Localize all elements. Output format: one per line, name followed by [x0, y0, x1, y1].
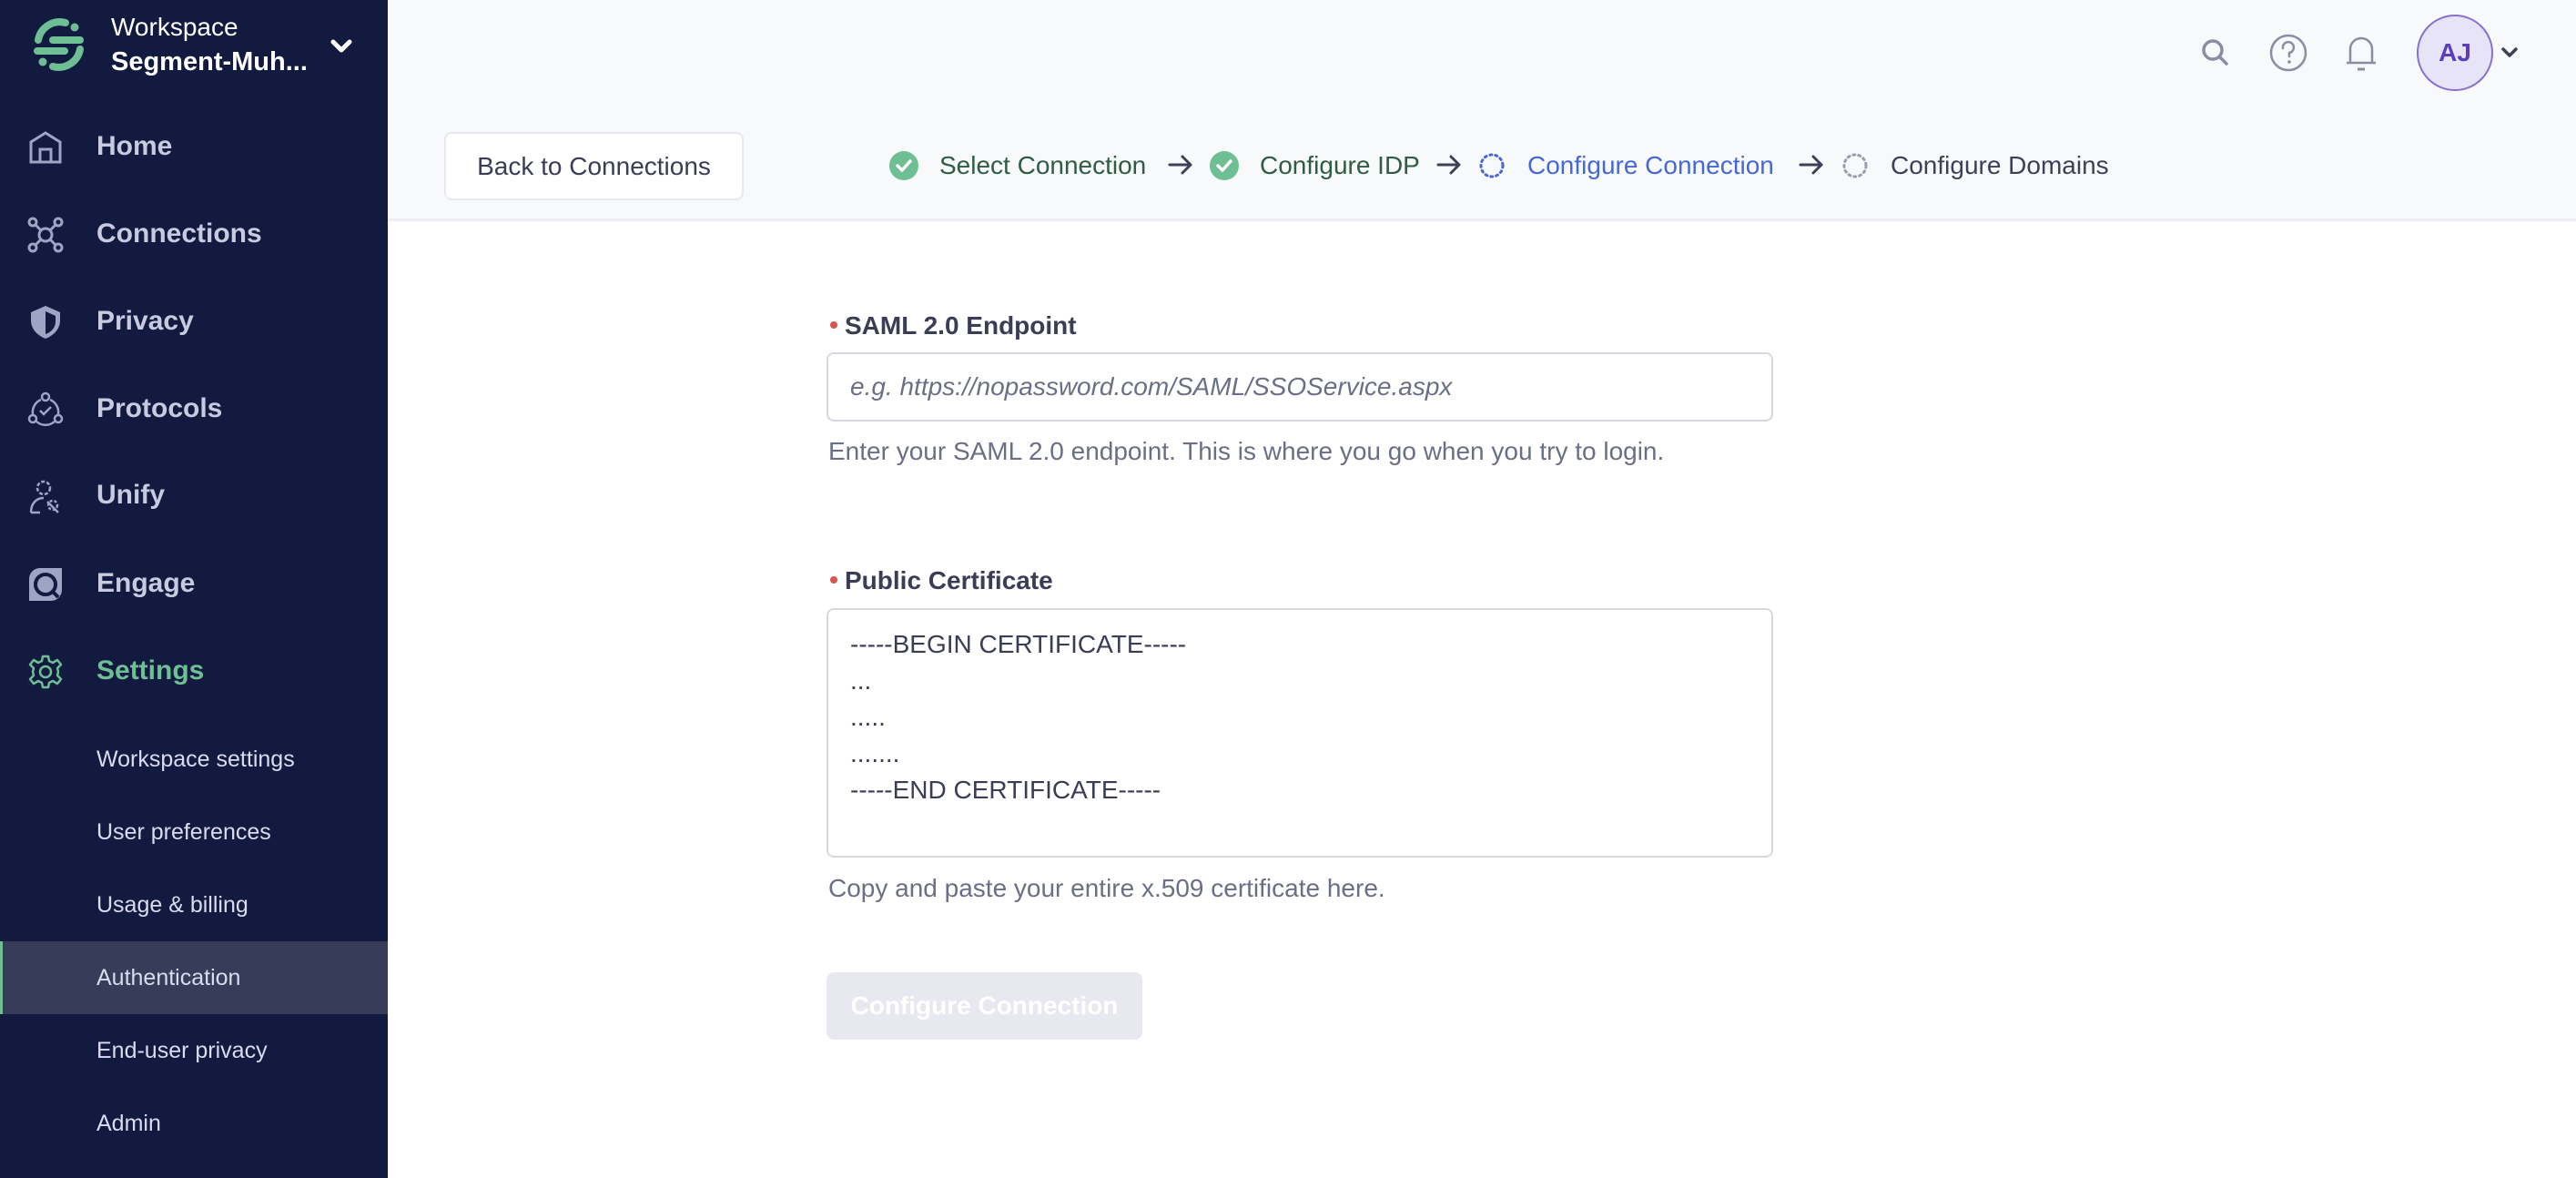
dotted-circle-icon [1479, 153, 1505, 178]
arrow-right-icon [1799, 155, 1823, 175]
sidebar-item-label: Settings [96, 655, 205, 685]
bell-icon[interactable] [2341, 33, 2381, 73]
chevron-down-icon[interactable] [2500, 42, 2520, 62]
connections-icon [27, 217, 64, 253]
segment-logo-icon [34, 18, 84, 71]
public-certificate-textarea[interactable]: -----BEGIN CERTIFICATE----- ... ..... ..… [827, 608, 1773, 858]
sidebar-item-label: Connections [96, 218, 262, 249]
home-icon [29, 131, 62, 164]
dotted-circle-icon [1842, 153, 1868, 178]
arrow-right-icon [1168, 155, 1192, 175]
chevron-down-icon [330, 39, 352, 53]
sidebar-item-unify[interactable]: Unify [0, 460, 388, 533]
sidebar-item-label: Home [96, 131, 173, 161]
check-circle-icon [889, 151, 918, 180]
endpoint-label: SAML 2.0 Endpoint [830, 311, 1077, 340]
protocols-icon [27, 391, 64, 426]
step-label: Configure Connection [1527, 151, 1774, 179]
sidebar-item-label: Protocols [96, 393, 223, 423]
sidebar-subitem-usage-billing[interactable]: Usage & billing [0, 868, 388, 941]
gear-icon [28, 655, 63, 689]
workspace-label: Workspace [111, 13, 238, 41]
arrow-right-icon [1436, 155, 1461, 175]
search-icon[interactable] [2196, 33, 2236, 73]
step-label: Configure Domains [1891, 151, 2109, 179]
certificate-label-text: Public Certificate [845, 566, 1053, 594]
sidebar-item-label: Engage [96, 568, 196, 598]
sidebar-subitem-authentication[interactable]: Authentication [0, 941, 388, 1014]
sidebar-item-settings[interactable]: Settings [0, 635, 388, 708]
sidebar: Workspace Segment-Muh... Home Connection… [0, 0, 388, 1178]
sidebar-item-label: Unify [96, 480, 165, 510]
sidebar-subitem-label: Workspace settings [96, 746, 295, 772]
workspace-name: Segment-Muh... [111, 47, 308, 76]
step-label: Select Connection [939, 151, 1147, 179]
sidebar-subitem-label: Usage & billing [96, 892, 248, 918]
unify-icon [29, 480, 59, 514]
sidebar-subitem-label: End-user privacy [96, 1038, 268, 1063]
sidebar-subitem-label: Authentication [96, 965, 241, 990]
help-icon[interactable] [2268, 33, 2308, 73]
workspace-switcher[interactable]: Workspace Segment-Muh... [0, 0, 388, 100]
endpoint-help-text: Enter your SAML 2.0 endpoint. This is wh… [828, 437, 1665, 465]
sidebar-subitem-user-preferences[interactable]: User preferences [0, 796, 388, 868]
avatar[interactable]: AJ [2417, 15, 2493, 91]
sidebar-item-connections[interactable]: Connections [0, 198, 388, 271]
sidebar-item-protocols[interactable]: Protocols [0, 373, 388, 446]
sidebar-subitem-workspace-settings[interactable]: Workspace settings [0, 723, 388, 796]
step-configure-domains: Configure Domains [1840, 146, 2109, 186]
certificate-label: Public Certificate [830, 566, 1053, 595]
sidebar-item-home[interactable]: Home [0, 111, 388, 184]
sidebar-subitem-label: Admin [96, 1111, 161, 1136]
step-label: Configure IDP [1260, 151, 1420, 179]
back-to-connections-button[interactable]: Back to Connections [444, 132, 744, 200]
sidebar-subitem-admin[interactable]: Admin [0, 1087, 388, 1160]
step-configure-connection: Configure Connection [1476, 146, 1774, 186]
sidebar-subitem-label: User preferences [96, 819, 271, 845]
engage-icon [29, 568, 62, 601]
sidebar-item-privacy[interactable]: Privacy [0, 286, 388, 359]
sidebar-subitem-end-user-privacy[interactable]: End-user privacy [0, 1014, 388, 1087]
required-indicator [830, 575, 837, 584]
check-circle-icon [1210, 151, 1239, 180]
step-configure-idp: Configure IDP [1209, 146, 1420, 186]
certificate-help-text: Copy and paste your entire x.509 certifi… [828, 874, 1385, 902]
shield-icon [31, 306, 60, 339]
saml-endpoint-input[interactable] [827, 352, 1773, 421]
required-indicator [830, 320, 837, 329]
configure-connection-button[interactable]: Configure Connection [827, 972, 1142, 1040]
endpoint-label-text: SAML 2.0 Endpoint [845, 311, 1077, 340]
sidebar-item-label: Privacy [96, 306, 194, 336]
sidebar-item-engage[interactable]: Engage [0, 548, 388, 621]
step-select-connection: Select Connection [888, 146, 1146, 186]
